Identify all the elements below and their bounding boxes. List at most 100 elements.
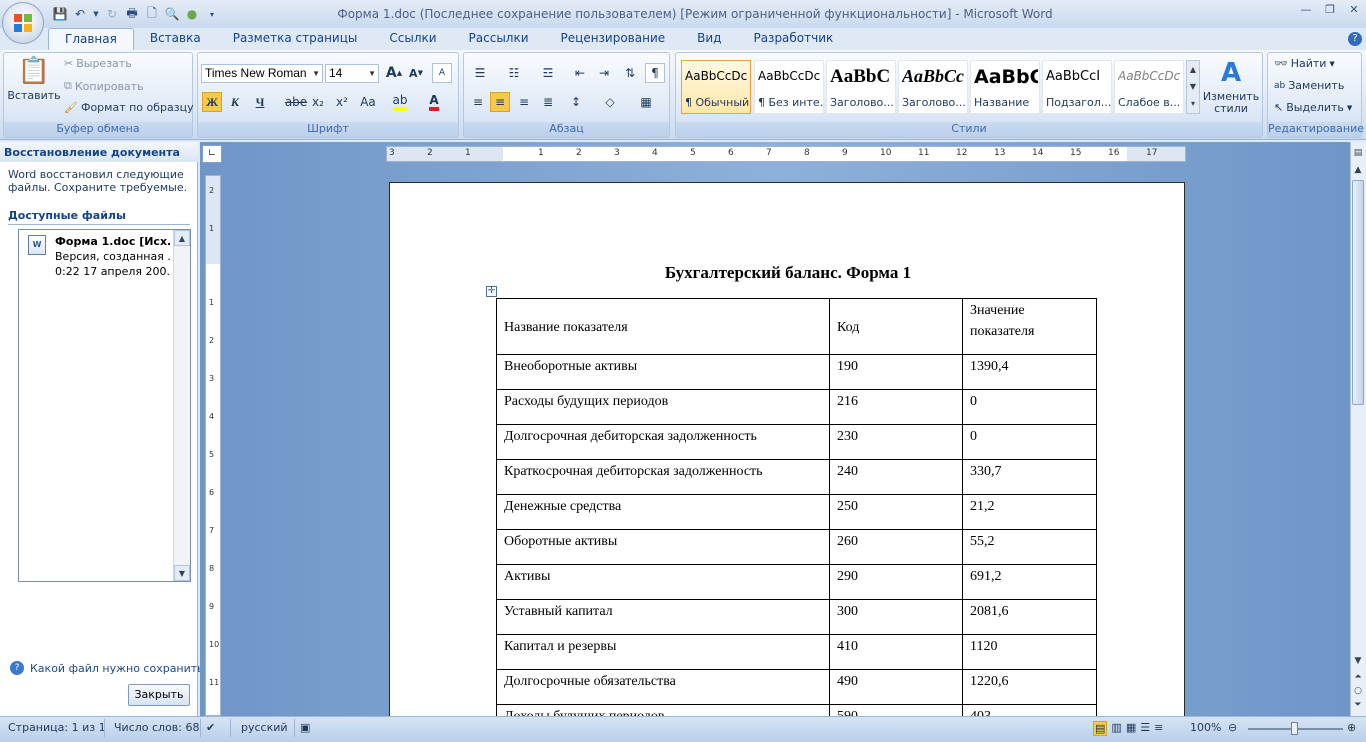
- balance-table[interactable]: Название показателя Код Значение показател…: [496, 298, 1097, 721]
- table-cell[interactable]: 410: [829, 634, 963, 670]
- tab-page-layout[interactable]: Разметка страницы: [217, 28, 374, 50]
- table-cell[interactable]: 691,2: [962, 564, 1097, 600]
- borders-icon[interactable]: ▦: [636, 92, 656, 112]
- table-cell[interactable]: 0: [962, 389, 1097, 425]
- undo-dropdown-icon[interactable]: ▼: [92, 6, 100, 22]
- bold-button[interactable]: Ж: [202, 92, 222, 112]
- tab-view[interactable]: Вид: [681, 28, 737, 50]
- table-cell[interactable]: Долгосрочные обязательства: [496, 669, 830, 705]
- find-button[interactable]: 👓 Найти ▼: [1274, 57, 1335, 70]
- language[interactable]: русский: [241, 721, 288, 734]
- copy-button[interactable]: ⧉ Копировать: [64, 79, 144, 93]
- outline-icon[interactable]: ☰: [1140, 721, 1150, 736]
- browse-object-icon[interactable]: ○: [1352, 684, 1364, 698]
- spelling-icon[interactable]: ●: [184, 6, 200, 22]
- style-subtitle[interactable]: AaBbCcI Подзагол...: [1042, 60, 1112, 114]
- office-button[interactable]: [2, 2, 44, 44]
- table-cell[interactable]: Краткосрочная дебиторская задолженность: [496, 459, 830, 495]
- file-list-scrollbar[interactable]: ▲ ▼: [173, 230, 190, 581]
- full-screen-reading-icon[interactable]: ▥: [1111, 721, 1121, 736]
- table-cell[interactable]: 290: [829, 564, 963, 600]
- increase-indent-icon[interactable]: ⇥: [594, 63, 614, 83]
- help-link[interactable]: ? Какой файл нужно сохранить?: [10, 661, 210, 675]
- style-heading-1[interactable]: AaBbC Заголово...: [826, 60, 896, 114]
- scroll-up-icon[interactable]: ▲: [174, 230, 190, 246]
- tab-review[interactable]: Рецензирование: [545, 28, 682, 50]
- scroll-down-icon[interactable]: ▼: [1352, 654, 1364, 668]
- table-cell[interactable]: Название показателя: [496, 298, 830, 355]
- previous-page-icon[interactable]: ⏶: [1352, 670, 1364, 684]
- help-icon[interactable]: ?: [1348, 32, 1362, 46]
- tab-home[interactable]: Главная: [48, 28, 134, 50]
- zoom-out-icon[interactable]: ⊖: [1228, 721, 1237, 734]
- vertical-ruler[interactable]: 21123456789101112: [205, 175, 221, 725]
- grow-font-icon[interactable]: A ▲: [384, 63, 404, 83]
- clear-format-icon[interactable]: A: [432, 63, 452, 83]
- table-cell[interactable]: 2081,6: [962, 599, 1097, 635]
- table-cell[interactable]: Денежные средства: [496, 494, 830, 530]
- close-icon[interactable]: ✕: [1342, 0, 1366, 18]
- print-layout-icon[interactable]: ▤: [1093, 721, 1108, 736]
- style-title[interactable]: AaBbC Название: [970, 60, 1040, 114]
- table-cell[interactable]: 0: [962, 424, 1097, 460]
- font-size-combo[interactable]: 14 ▼: [325, 64, 379, 83]
- table-cell[interactable]: 300: [829, 599, 963, 635]
- cut-button[interactable]: ✂ Вырезать: [64, 57, 132, 70]
- next-page-icon[interactable]: ⏷: [1352, 698, 1364, 712]
- font-color-icon[interactable]: A: [424, 92, 444, 112]
- replace-button[interactable]: ab Заменить: [1274, 79, 1344, 92]
- restore-icon[interactable]: ❐: [1318, 0, 1342, 18]
- line-spacing-icon[interactable]: ↕: [566, 92, 586, 112]
- show-marks-icon[interactable]: ¶: [645, 63, 665, 83]
- tab-selector-icon[interactable]: ∟: [202, 145, 222, 163]
- underline-button[interactable]: Ч: [250, 92, 270, 112]
- minimize-icon[interactable]: —: [1294, 0, 1318, 18]
- proofing-icon[interactable]: ✔: [206, 721, 215, 734]
- font-name-combo[interactable]: Times New Roman ▼: [201, 64, 323, 83]
- table-cell[interactable]: 240: [829, 459, 963, 495]
- table-cell[interactable]: 1120: [962, 634, 1097, 670]
- sort-icon[interactable]: ⇅: [620, 63, 640, 83]
- table-cell[interactable]: 1390,4: [962, 354, 1097, 390]
- select-button[interactable]: ↖ Выделить ▼: [1274, 101, 1352, 114]
- close-pane-button[interactable]: Закрыть: [128, 684, 190, 706]
- subscript-button[interactable]: x₂: [308, 92, 328, 112]
- zoom-in-icon[interactable]: ⊕: [1347, 721, 1356, 734]
- table-cell[interactable]: 260: [829, 529, 963, 565]
- draft-icon[interactable]: ≡: [1154, 721, 1163, 736]
- table-cell[interactable]: 230: [829, 424, 963, 460]
- table-cell[interactable]: 216: [829, 389, 963, 425]
- bullets-icon[interactable]: ☰: [470, 63, 490, 83]
- table-cell[interactable]: Капитал и резервы: [496, 634, 830, 670]
- table-move-handle-icon[interactable]: ✛: [486, 286, 497, 297]
- scroll-down-icon[interactable]: ▼: [174, 565, 190, 581]
- word-count[interactable]: Число слов: 68: [114, 721, 200, 734]
- zoom-level[interactable]: 100%: [1190, 721, 1221, 734]
- paste-button[interactable]: 📋 Вставить: [7, 56, 60, 116]
- table-cell[interactable]: Уставный капитал: [496, 599, 830, 635]
- redo-icon[interactable]: ↻: [104, 6, 120, 22]
- shading-icon[interactable]: ◇: [600, 92, 620, 112]
- italic-button[interactable]: К: [225, 92, 245, 112]
- table-cell[interactable]: Активы: [496, 564, 830, 600]
- table-cell[interactable]: 190: [829, 354, 963, 390]
- superscript-button[interactable]: x²: [332, 92, 352, 112]
- align-center-icon[interactable]: ≡: [490, 92, 510, 112]
- print-icon[interactable]: 🖶: [124, 6, 140, 22]
- scroll-thumb[interactable]: [1352, 180, 1364, 405]
- new-document-icon[interactable]: 🗋: [144, 6, 160, 22]
- tab-developer[interactable]: Разработчик: [737, 28, 849, 50]
- print-preview-icon[interactable]: 🔍: [164, 6, 180, 22]
- style-subtle-emphasis[interactable]: AaBbCcDc Слабое в...: [1114, 60, 1184, 114]
- table-cell[interactable]: Долгосрочная дебиторская задолженность: [496, 424, 830, 460]
- align-right-icon[interactable]: ≡: [514, 92, 534, 112]
- ruler-toggle-icon[interactable]: ▤: [1352, 146, 1364, 160]
- table-cell[interactable]: 490: [829, 669, 963, 705]
- numbering-icon[interactable]: ☷: [504, 63, 524, 83]
- scroll-up-icon[interactable]: ▲: [1352, 163, 1364, 177]
- zoom-slider-thumb[interactable]: [1291, 722, 1298, 735]
- table-cell[interactable]: Значение показателя: [962, 298, 1097, 355]
- justify-icon[interactable]: ≣: [538, 92, 558, 112]
- highlight-icon[interactable]: ab: [390, 92, 410, 112]
- table-cell[interactable]: Оборотные активы: [496, 529, 830, 565]
